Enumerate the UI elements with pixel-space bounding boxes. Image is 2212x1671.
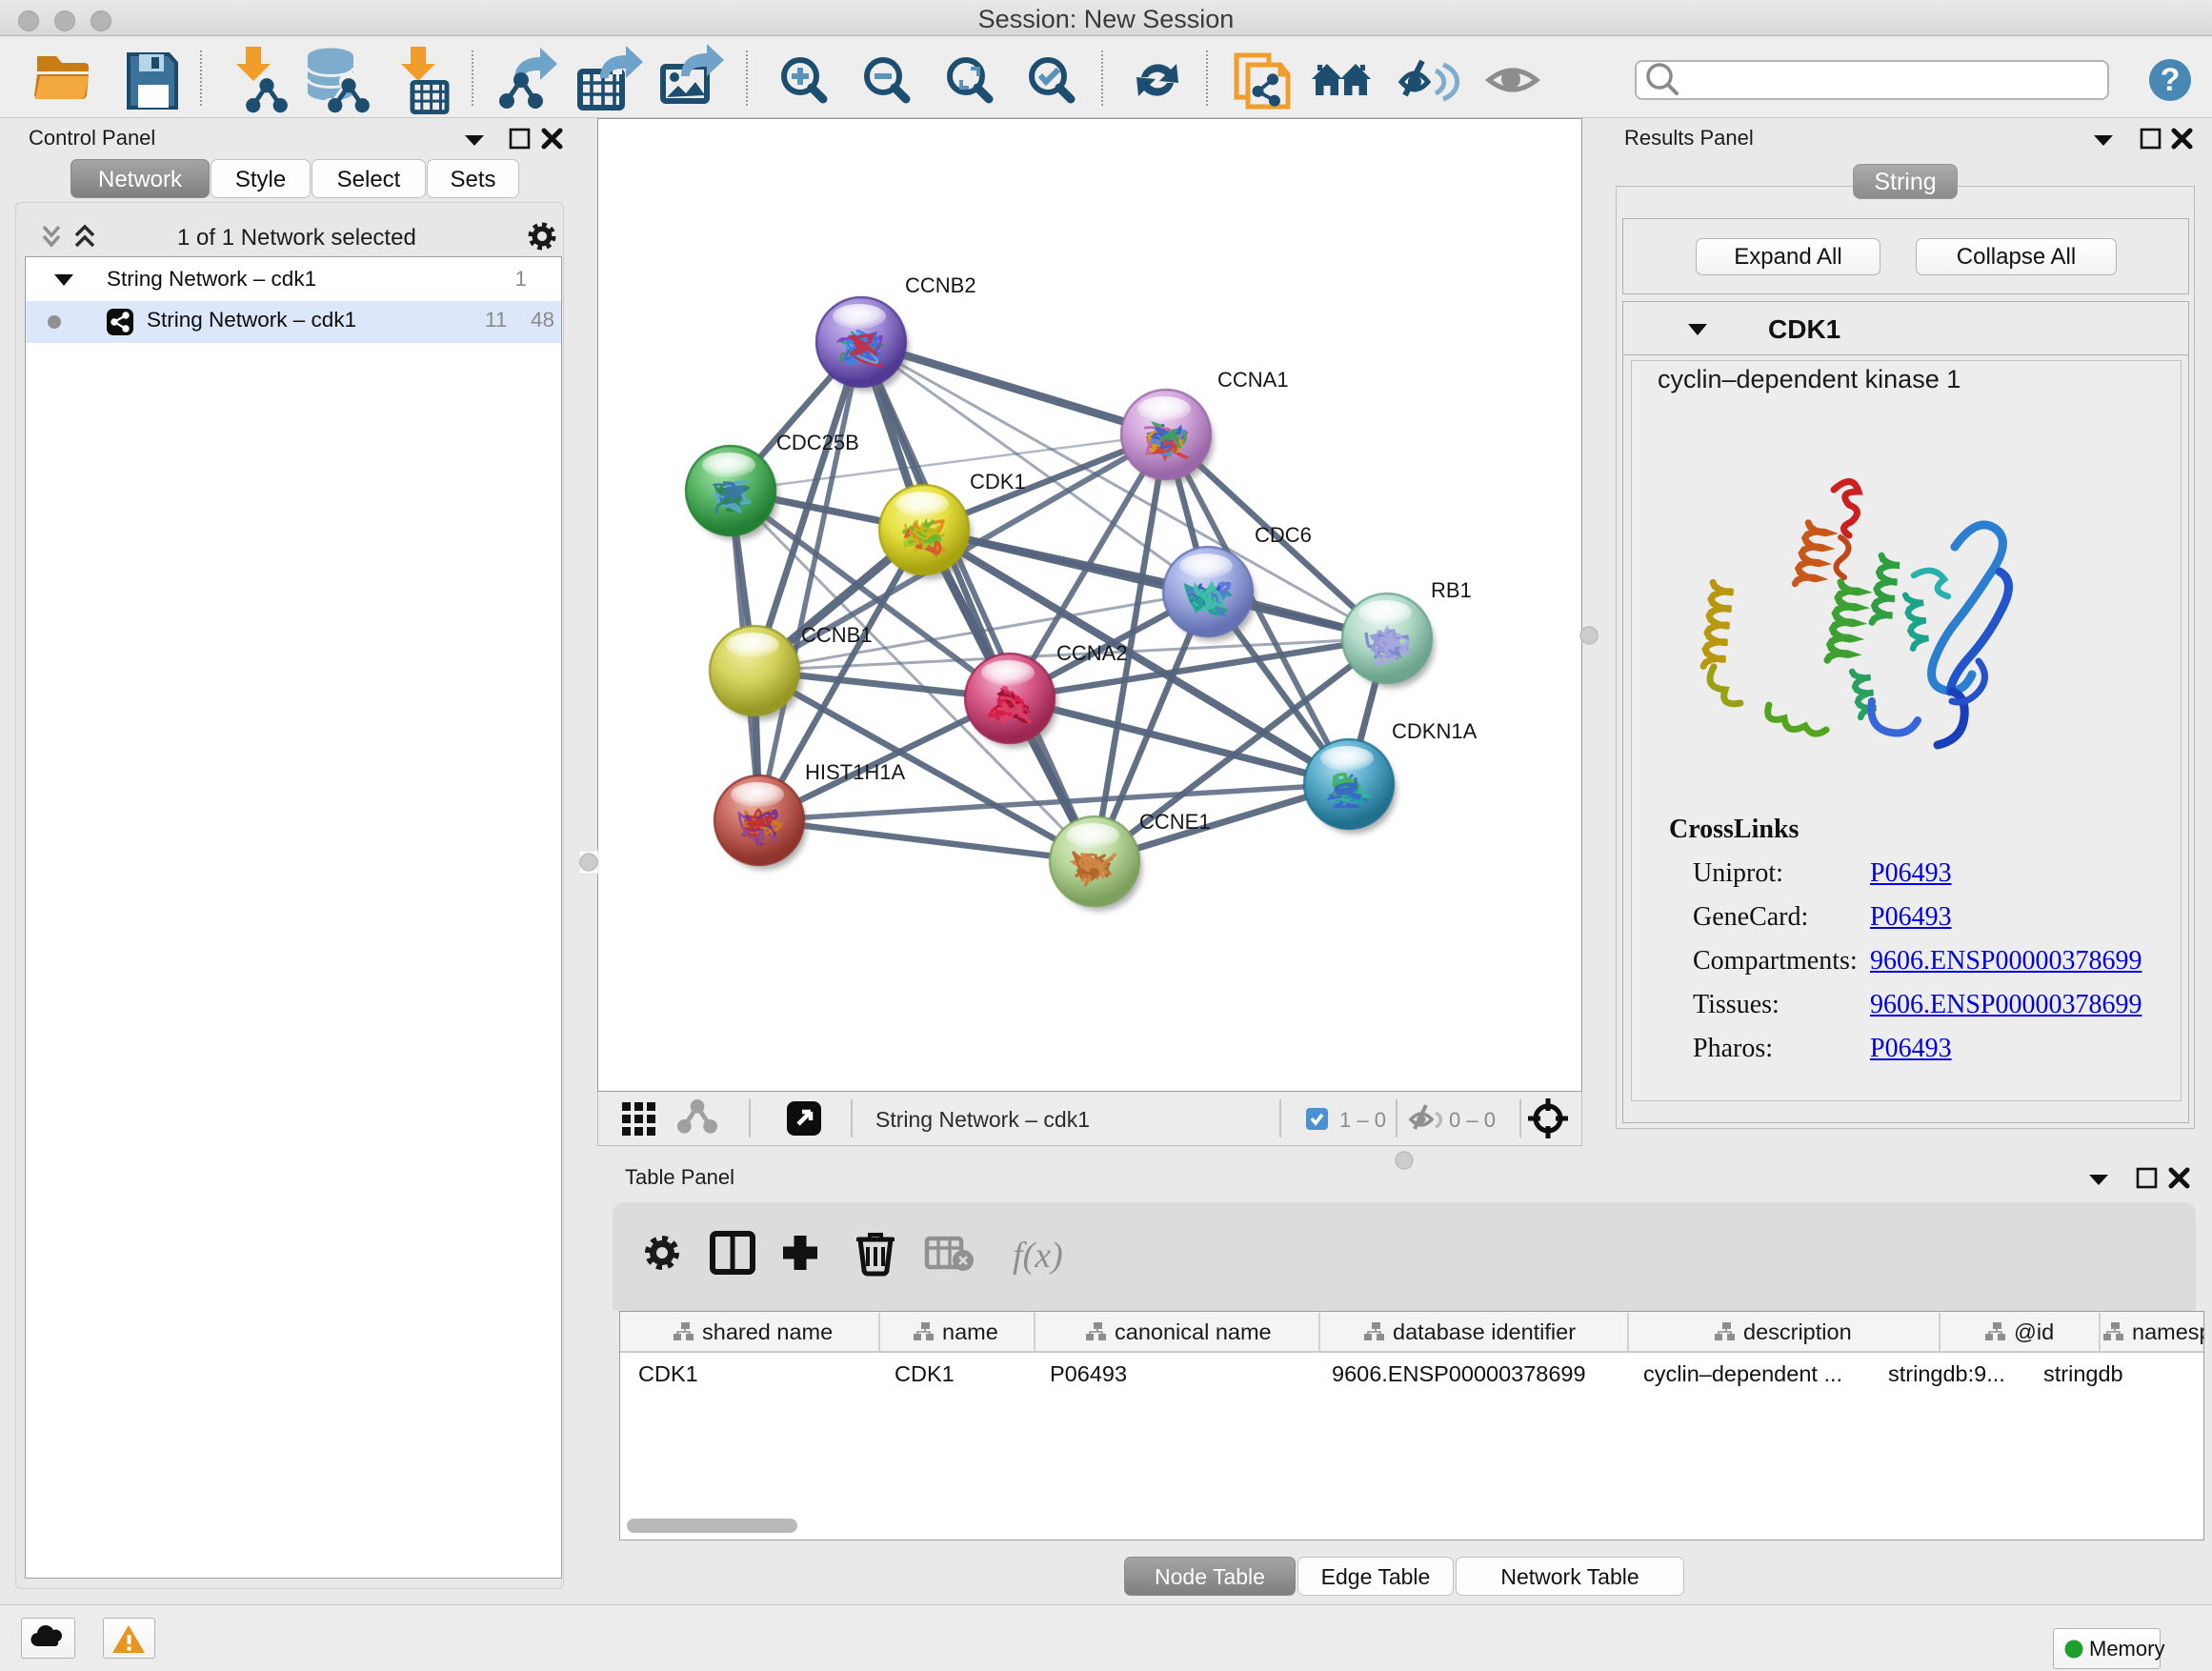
svg-text:@id: @id	[2014, 1319, 2054, 1344]
svg-text:P06493: P06493	[1050, 1361, 1127, 1386]
svg-text:cyclin–dependent ...: cyclin–dependent ...	[1643, 1361, 1842, 1386]
svg-text:database identifier: database identifier	[1393, 1319, 1576, 1344]
svg-text:CDC6: CDC6	[1255, 523, 1312, 547]
svg-text:stringdb: stringdb	[2043, 1361, 2123, 1386]
svg-text:CCNB1: CCNB1	[801, 623, 873, 647]
svg-text:RB1: RB1	[1431, 578, 1472, 602]
svg-text:CCNA1: CCNA1	[1217, 368, 1289, 392]
svg-text:CCNA2: CCNA2	[1056, 641, 1128, 665]
svg-text:1 of 1 Network selected: 1 of 1 Network selected	[177, 225, 416, 251]
svg-text:description: description	[1743, 1319, 1852, 1344]
svg-text:CCNB2: CCNB2	[905, 273, 976, 297]
svg-text:1 – 0: 1 – 0	[1339, 1108, 1386, 1132]
svg-text:namespac: namespac	[2132, 1319, 2204, 1344]
svg-text:String Network – cdk1: String Network – cdk1	[875, 1107, 1090, 1132]
svg-text:canonical name: canonical name	[1115, 1319, 1272, 1344]
svg-text:stringdb:9...: stringdb:9...	[1888, 1361, 2005, 1386]
svg-text:HIST1H1A: HIST1H1A	[805, 760, 905, 784]
svg-text:CDK1: CDK1	[970, 470, 1026, 493]
svg-text:0 – 0: 0 – 0	[1449, 1108, 1496, 1132]
svg-text:CDK1: CDK1	[638, 1361, 698, 1386]
svg-text:CDK1: CDK1	[895, 1361, 955, 1386]
svg-text:?: ?	[2161, 62, 2181, 98]
svg-text:CDC25B: CDC25B	[776, 431, 859, 454]
svg-text:CCNE1: CCNE1	[1139, 810, 1211, 834]
svg-text:9606.ENSP00000378699: 9606.ENSP00000378699	[1332, 1361, 1586, 1386]
svg-text:name: name	[942, 1319, 998, 1344]
svg-text:shared name: shared name	[702, 1319, 833, 1344]
svg-text:f(x): f(x)	[1013, 1236, 1063, 1276]
svg-text:CDKN1A: CDKN1A	[1392, 719, 1478, 743]
